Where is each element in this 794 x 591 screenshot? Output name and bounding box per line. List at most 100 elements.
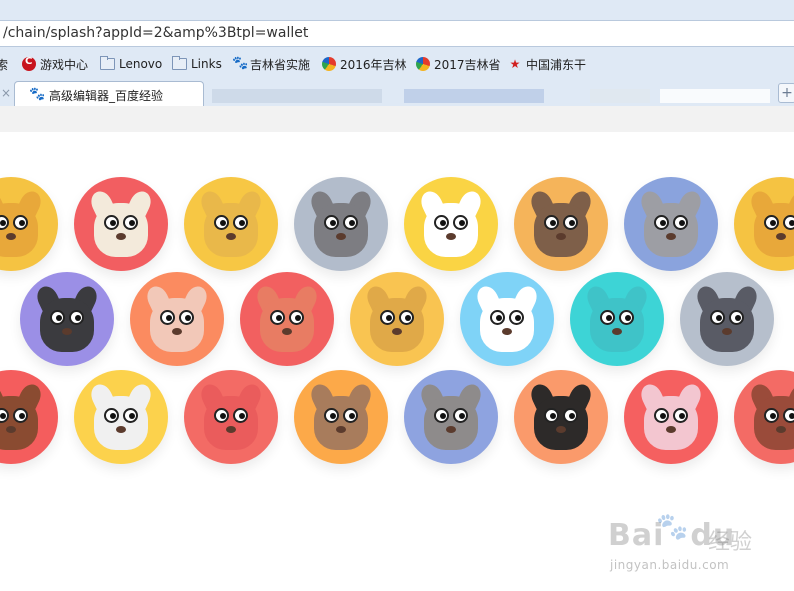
- eye-icon: [453, 215, 468, 230]
- nose-shape: [282, 328, 292, 335]
- bookmark-item-2017-jilin[interactable]: 2017吉林省: [416, 50, 501, 78]
- nose-shape: [776, 233, 786, 240]
- bookmark-label: 中国浦东干: [526, 57, 587, 72]
- cryptokitty-avatar[interactable]: [184, 370, 278, 464]
- bookmarks-bar: 索 游戏中心 Lenovo Links 🐾 吉林省实施 2016年吉林 2017…: [0, 50, 794, 78]
- nose-shape: [446, 426, 456, 433]
- bookmark-item-pudong[interactable]: ★ 中国浦东干: [508, 50, 586, 78]
- kitty-face: [0, 396, 38, 450]
- nose-shape: [336, 233, 346, 240]
- kitty-face: [260, 298, 314, 352]
- eye-icon: [69, 310, 84, 325]
- blurred-tab[interactable]: [660, 89, 770, 103]
- kitty-face: [590, 298, 644, 352]
- kitty-face: [150, 298, 204, 352]
- eye-icon: [509, 310, 524, 325]
- colorful-flame-icon: [416, 57, 430, 71]
- kitty-face: [0, 203, 38, 257]
- nose-shape: [172, 328, 182, 335]
- close-icon[interactable]: ×: [1, 86, 11, 100]
- eye-icon: [673, 215, 688, 230]
- cryptokitty-avatar[interactable]: [624, 370, 718, 464]
- eye-icon: [764, 215, 779, 230]
- eye-icon: [343, 408, 358, 423]
- kitty-face: [700, 298, 754, 352]
- bookmark-item-2016-jilin[interactable]: 2016年吉林: [322, 50, 407, 78]
- nose-shape: [556, 426, 566, 433]
- cryptokitty-avatar[interactable]: [734, 177, 794, 271]
- nose-shape: [226, 426, 236, 433]
- title-bar-area: [0, 0, 794, 20]
- nose-shape: [116, 426, 126, 433]
- cryptokitty-avatar[interactable]: [130, 272, 224, 366]
- bookmark-label: 游戏中心: [40, 57, 89, 72]
- cryptokitty-avatar[interactable]: [0, 370, 58, 464]
- cryptokitty-avatar[interactable]: [404, 370, 498, 464]
- kitty-face: [534, 396, 588, 450]
- baidu-paw-icon: 🐾: [29, 87, 46, 102]
- new-tab-button[interactable]: +: [778, 83, 794, 103]
- cryptokitty-avatar[interactable]: [240, 272, 334, 366]
- eye-icon: [13, 408, 28, 423]
- bookmark-item-jilin-policy[interactable]: 🐾 吉林省实施: [232, 50, 310, 78]
- eye-icon: [104, 215, 119, 230]
- kitty-face: [424, 203, 478, 257]
- eye-icon: [619, 310, 634, 325]
- blurred-tab[interactable]: [404, 89, 544, 103]
- kitty-face: [754, 203, 794, 257]
- cryptokitty-avatar[interactable]: [514, 370, 608, 464]
- address-url-text[interactable]: /chain/splash?appId=2&amp%3Btpl=wallet: [3, 25, 308, 41]
- eye-icon: [50, 310, 65, 325]
- kitty-face: [480, 298, 534, 352]
- bookmark-label: Lenovo: [119, 57, 163, 71]
- blurred-tab[interactable]: [590, 89, 650, 103]
- eye-icon: [654, 408, 669, 423]
- nose-shape: [722, 328, 732, 335]
- eye-icon: [563, 408, 578, 423]
- bookmark-label: 索: [0, 57, 9, 72]
- bookmark-label: 2017吉林省: [434, 57, 501, 72]
- eye-icon: [764, 408, 779, 423]
- kitty-face: [204, 396, 258, 450]
- address-bar[interactable]: /chain/splash?appId=2&amp%3Btpl=wallet: [0, 20, 794, 47]
- bookmark-item-links[interactable]: Links: [172, 50, 222, 78]
- eye-icon: [544, 408, 559, 423]
- cryptokitty-avatar[interactable]: [20, 272, 114, 366]
- cryptokitty-avatar[interactable]: [74, 177, 168, 271]
- cryptokitty-avatar[interactable]: [184, 177, 278, 271]
- cryptokitty-avatar[interactable]: [0, 177, 58, 271]
- eye-icon: [453, 408, 468, 423]
- nose-shape: [116, 233, 126, 240]
- cryptokitty-avatar[interactable]: [294, 370, 388, 464]
- eye-icon: [654, 215, 669, 230]
- eye-icon: [324, 215, 339, 230]
- nose-shape: [6, 233, 16, 240]
- baidu-paw-icon: 🐾: [656, 512, 689, 542]
- kitty-face: [644, 203, 698, 257]
- bookmark-item-partial[interactable]: 索: [0, 50, 8, 78]
- cryptokitty-avatar[interactable]: [514, 177, 608, 271]
- eye-icon: [233, 408, 248, 423]
- cryptokitty-avatar[interactable]: [294, 177, 388, 271]
- eye-icon: [179, 310, 194, 325]
- cryptokitty-avatar[interactable]: [350, 272, 444, 366]
- cryptokitty-avatar[interactable]: [74, 370, 168, 464]
- eye-icon: [783, 215, 794, 230]
- bookmark-item-game-center[interactable]: 游戏中心: [22, 50, 88, 78]
- colorful-flame-icon: [322, 57, 336, 71]
- tab-active-label: 高级编辑器_百度经验: [49, 89, 164, 103]
- blurred-tab[interactable]: [212, 89, 382, 103]
- eye-icon: [160, 310, 175, 325]
- cryptokitty-avatar[interactable]: [680, 272, 774, 366]
- bookmark-item-lenovo[interactable]: Lenovo: [100, 50, 162, 78]
- eye-icon: [380, 310, 395, 325]
- cryptokitty-avatar[interactable]: [570, 272, 664, 366]
- cryptokitty-avatar[interactable]: [460, 272, 554, 366]
- eye-icon: [783, 408, 794, 423]
- kitty-face: [94, 203, 148, 257]
- tab-active[interactable]: 🐾 高级编辑器_百度经验: [14, 81, 204, 106]
- cryptokitty-avatar[interactable]: [734, 370, 794, 464]
- eye-icon: [214, 215, 229, 230]
- cryptokitty-avatar[interactable]: [404, 177, 498, 271]
- cryptokitty-avatar[interactable]: [624, 177, 718, 271]
